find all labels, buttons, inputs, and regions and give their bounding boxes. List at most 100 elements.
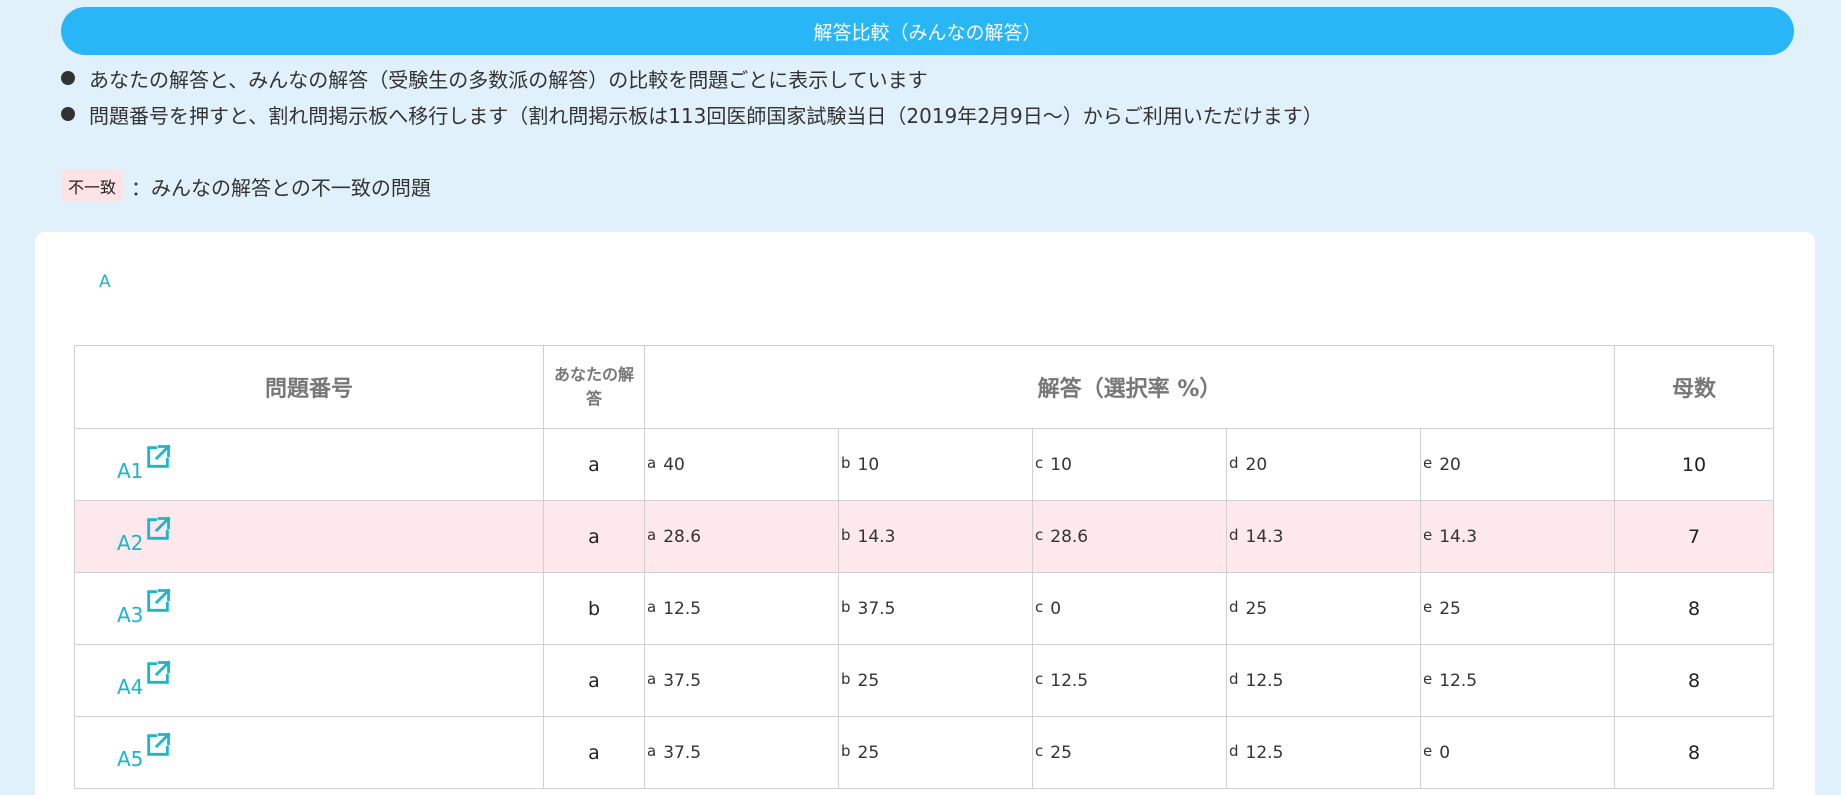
question-link[interactable]: A4: [117, 660, 172, 699]
answer-comparison-table: 問題番号 あなたの解答 解答（選択率 %） 母数 A1 a a 40 b 10 c 10 d 20…: [74, 345, 1775, 789]
option-letter: c: [1035, 597, 1044, 616]
option-letter: b: [841, 525, 851, 544]
your-answer-cell: a: [543, 716, 645, 789]
option-rate: 20: [1439, 454, 1461, 475]
option-letter: d: [1229, 525, 1239, 544]
note-text: あなたの解答と、みんなの解答（受験生の多数派の解答）の比較を問題ごとに表示してい…: [89, 67, 928, 92]
option-rate: 12.5: [1245, 670, 1284, 691]
count-cell: 8: [1614, 716, 1775, 789]
option-rate-cell: e 20: [1419, 428, 1616, 501]
table-row: A5 a a 37.5 b 25 c 25 d 12.5 e 0 8: [74, 716, 1775, 789]
count-cell: 7: [1614, 500, 1775, 573]
question-link[interactable]: A2: [117, 516, 172, 555]
option-letter: c: [1035, 525, 1044, 544]
header-count: 母数: [1614, 345, 1775, 429]
option-rate: 14.3: [1439, 526, 1478, 547]
option-rate: 10: [1050, 454, 1072, 475]
note-text: 問題番号を押すと、割れ問掲示板へ移行します（割れ問掲示板は113回医師国家試験当…: [89, 103, 1323, 128]
legend: 不一致 ：みんなの解答との不一致の問題: [61, 170, 431, 202]
option-rate: 37.5: [663, 742, 702, 763]
option-rate-cell: d 14.3: [1226, 500, 1421, 573]
option-rate: 37.5: [663, 670, 702, 691]
option-rate: 25: [1245, 598, 1268, 619]
page-banner: 解答比較（みんなの解答）: [61, 7, 1794, 55]
option-letter: e: [1423, 597, 1433, 616]
option-rate-cell: b 25: [838, 716, 1033, 789]
option-rate-cell: d 20: [1226, 428, 1421, 501]
option-letter: d: [1229, 741, 1239, 760]
external-link-icon: [144, 515, 172, 543]
option-letter: b: [841, 669, 851, 688]
question-number: A4: [117, 674, 144, 699]
header-answers: 解答（選択率 %）: [643, 345, 1616, 429]
option-rate-cell: b 14.3: [838, 500, 1033, 573]
note-item: あなたの解答と、みんなの解答（受験生の多数派の解答）の比較を問題ごとに表示してい…: [61, 64, 1323, 92]
option-letter: c: [1035, 669, 1044, 688]
external-link-icon: [144, 443, 172, 471]
option-letter: a: [647, 669, 657, 688]
table-row: A1 a a 40 b 10 c 10 d 20 e 20 10: [74, 428, 1775, 501]
option-rate: 40: [663, 454, 685, 475]
header-your-answer: あなたの解答: [543, 345, 645, 429]
option-letter: e: [1423, 741, 1433, 760]
option-rate-cell: e0: [1419, 716, 1616, 789]
table-row: A2 a a 28.6 b 14.3 c 28.6 d 14.3 e 14.3 7: [74, 500, 1775, 573]
option-rate: 37.5: [857, 598, 896, 619]
option-rate: 12.5: [1245, 742, 1284, 763]
question-number-cell: A1: [74, 428, 544, 501]
option-rate-cell: d 25: [1226, 572, 1421, 645]
option-rate-cell: b 25: [838, 644, 1033, 717]
question-link[interactable]: A1: [117, 444, 172, 483]
option-letter: e: [1423, 525, 1433, 544]
option-rate-cell: e 25: [1419, 572, 1616, 645]
external-link-icon: [144, 659, 172, 687]
your-answer-cell: a: [543, 428, 645, 501]
option-rate-cell: a 37.5: [644, 644, 839, 717]
option-rate: 28.6: [663, 526, 702, 547]
option-letter: b: [841, 453, 851, 472]
question-link[interactable]: A3: [117, 588, 172, 627]
legend-text: ：みんなの解答との不一致の問題: [131, 175, 431, 200]
option-rate-cell: c 12.5: [1032, 644, 1227, 717]
banner-title: 解答比較（みんなの解答）: [813, 21, 1042, 44]
option-letter: c: [1035, 453, 1044, 472]
table-header-row: 問題番号 あなたの解答 解答（選択率 %） 母数: [74, 345, 1775, 429]
question-number-cell: A4: [74, 644, 544, 717]
option-rate: 20: [1245, 454, 1268, 475]
table-row: A4 a a 37.5 b 25 c 12.5 d 12.5 e 12.5 8: [74, 644, 1775, 717]
table-row: A3 b a 12.5 b 37.5 c 0 d 25 e 25 8: [74, 572, 1775, 645]
option-letter: b: [841, 741, 851, 760]
option-rate: 25: [857, 742, 880, 763]
question-number: A2: [117, 530, 144, 555]
count-cell: 8: [1614, 572, 1775, 645]
option-letter: a: [647, 453, 657, 472]
question-number: A5: [117, 746, 144, 771]
your-answer-cell: a: [543, 644, 645, 717]
option-rate-cell: a 12.5: [644, 572, 839, 645]
note-item: 問題番号を押すと、割れ問掲示板へ移行します（割れ問掲示板は113回医師国家試験当…: [61, 100, 1323, 128]
option-rate-cell: b 10: [838, 428, 1033, 501]
option-letter: a: [647, 597, 657, 616]
option-rate: 14.3: [1245, 526, 1284, 547]
bullet-icon: [61, 107, 75, 121]
section-link-a[interactable]: A: [99, 272, 111, 292]
option-rate-cell: e 12.5: [1419, 644, 1616, 717]
your-answer-cell: a: [543, 500, 645, 573]
option-rate: 12.5: [663, 598, 702, 619]
option-rate: 0: [1050, 598, 1062, 619]
mismatch-badge: 不一致: [61, 170, 124, 202]
option-rate: 25: [1050, 742, 1072, 763]
notes-list: あなたの解答と、みんなの解答（受験生の多数派の解答）の比較を問題ごとに表示してい…: [61, 64, 1323, 136]
question-link[interactable]: A5: [117, 732, 172, 771]
option-rate: 14.3: [857, 526, 896, 547]
option-rate-cell: a 37.5: [644, 716, 839, 789]
option-rate: 25: [1439, 598, 1461, 619]
your-answer-cell: b: [543, 572, 645, 645]
external-link-icon: [144, 731, 172, 759]
option-rate: 12.5: [1439, 670, 1478, 691]
option-letter: e: [1423, 669, 1433, 688]
option-letter: d: [1229, 453, 1239, 472]
option-letter: a: [647, 525, 657, 544]
question-number-cell: A2: [74, 500, 544, 573]
option-rate: 25: [857, 670, 880, 691]
